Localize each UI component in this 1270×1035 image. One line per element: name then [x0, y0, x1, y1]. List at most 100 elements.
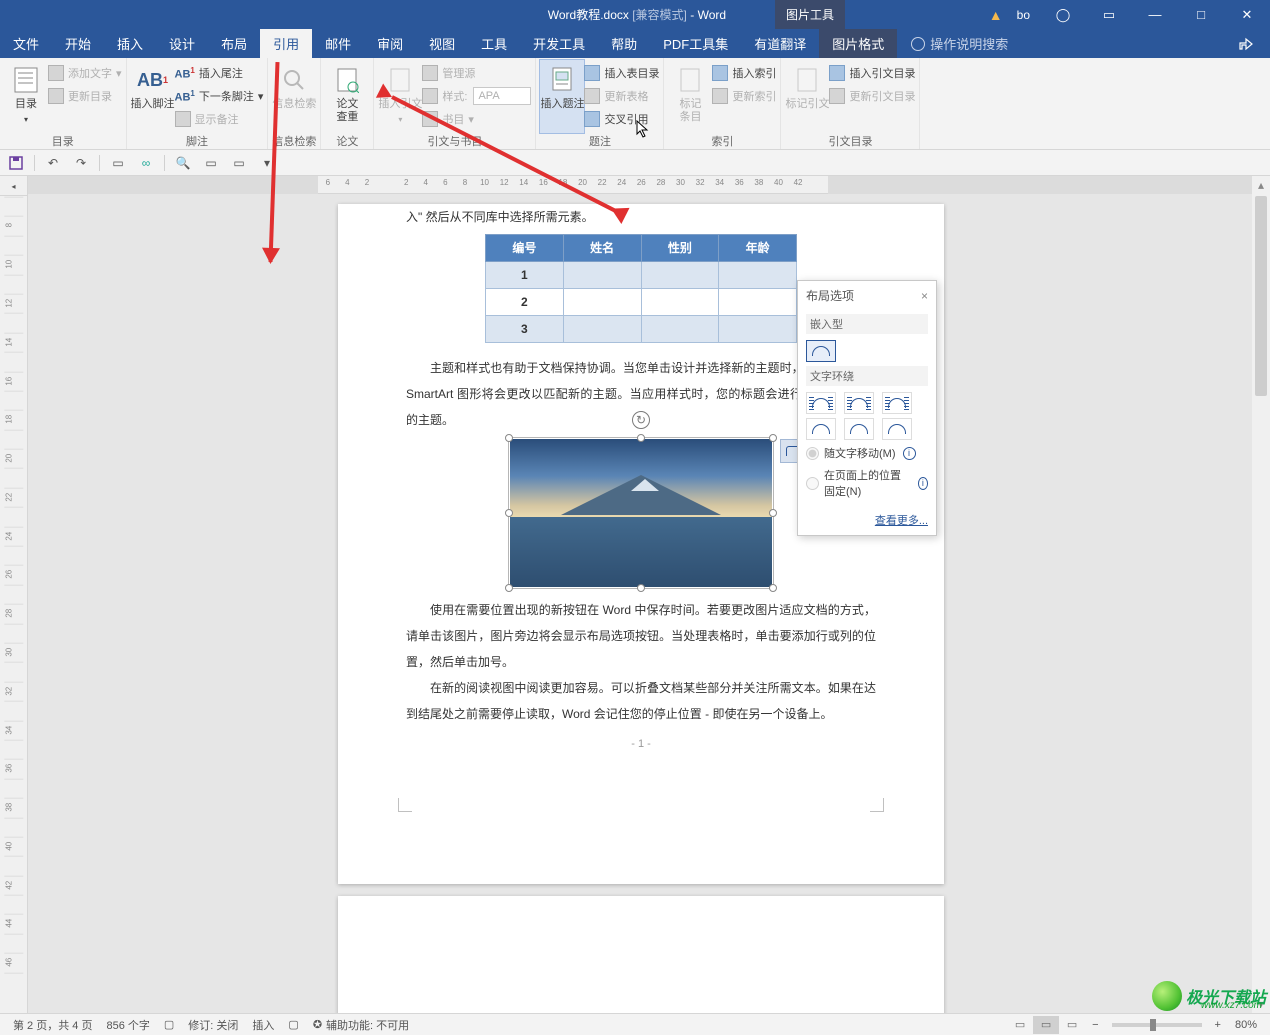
wrap-through-icon[interactable] [882, 392, 912, 414]
table-row: 1 [486, 262, 797, 289]
zoom-level[interactable]: 80% [1228, 1019, 1264, 1031]
minimize-icon[interactable]: — [1134, 0, 1176, 29]
wrap-tight-icon[interactable] [844, 392, 874, 414]
scrollbar-thumb[interactable] [1255, 196, 1267, 396]
resize-handle[interactable] [637, 434, 645, 442]
update-auth-icon [829, 88, 845, 104]
caption-icon [546, 64, 578, 96]
tab-design[interactable]: 设计 [156, 29, 208, 58]
resize-handle[interactable] [769, 434, 777, 442]
horizontal-ruler[interactable]: 6422468101214161820222426283032343638404… [28, 176, 1270, 194]
resize-handle[interactable] [637, 584, 645, 592]
status-track[interactable]: 修订: 关闭 [181, 1017, 245, 1033]
section-wrap: 文字环绕 [806, 366, 928, 386]
wrap-behind-icon[interactable] [844, 418, 874, 440]
tab-view[interactable]: 视图 [416, 29, 468, 58]
undo-icon[interactable]: ↶ [43, 154, 63, 172]
view-print-icon[interactable]: ▭ [1033, 1016, 1059, 1034]
insert-endnote-button[interactable]: AB1插入尾注 [175, 63, 264, 83]
doc-para-3: 使用在需要位置出现的新按钮在 Word 中保存时间。若要更改图片适应文档的方式，… [406, 597, 876, 675]
status-a11y[interactable]: ✪ 辅助功能: 不可用 [306, 1017, 416, 1033]
tab-home[interactable]: 开始 [52, 29, 104, 58]
wrap-topbottom-icon[interactable] [806, 418, 836, 440]
zoom-out-icon[interactable]: − [1085, 1019, 1105, 1031]
tell-me-search[interactable]: 操作说明搜索 [897, 29, 1008, 58]
next-footnote-button[interactable]: AB1下一条脚注 ▾ [175, 86, 264, 106]
tab-picture-format[interactable]: 图片格式 [819, 29, 897, 58]
status-words[interactable]: 856 个字 [99, 1017, 156, 1033]
tab-review[interactable]: 审阅 [364, 29, 416, 58]
qat-icon-3[interactable]: ▭ [201, 154, 221, 172]
view-read-icon[interactable]: ▭ [1007, 1016, 1033, 1034]
vertical-scrollbar[interactable]: ▴ ▾ [1252, 176, 1270, 1013]
move-with-text-radio[interactable]: 随文字移动(M)i [806, 442, 928, 464]
insert-index-button[interactable]: 插入索引 [712, 63, 776, 83]
ribbon-display-icon[interactable]: ▭ [1088, 0, 1130, 29]
document-area[interactable]: 6422468101214161820222426283032343638404… [28, 176, 1270, 1013]
selected-image[interactable] [510, 439, 772, 587]
status-page[interactable]: 第 2 页，共 4 页 [6, 1017, 99, 1033]
resize-handle[interactable] [505, 509, 513, 517]
user-avatar-icon[interactable]: ◯ [1042, 0, 1084, 29]
tab-help[interactable]: 帮助 [598, 29, 650, 58]
resize-handle[interactable] [769, 584, 777, 592]
zoom-in-icon[interactable]: + [1208, 1019, 1228, 1031]
status-lang-icon[interactable]: ▢ [157, 1018, 181, 1031]
ribbon: 目录▾ 添加文字 ▾ 更新目录 目录 AB1 插入脚注 AB1插入尾注 AB1下… [0, 58, 1270, 150]
tab-layout[interactable]: 布局 [208, 29, 260, 58]
group-research: 信息检索 [272, 133, 316, 149]
info-icon[interactable]: i [903, 447, 916, 460]
quick-access-toolbar: ↶ ↷ ▭ ∞ 🔍 ▭ ▭ ▾ [0, 150, 1270, 176]
redo-icon[interactable]: ↷ [71, 154, 91, 172]
zoom-slider[interactable] [1112, 1023, 1202, 1027]
user-name[interactable]: bo [1009, 8, 1038, 22]
qat-icon-4[interactable]: ▭ [229, 154, 249, 172]
style-icon [422, 88, 438, 104]
qat-icon-2[interactable]: ∞ [136, 154, 156, 172]
rotate-handle[interactable] [632, 411, 650, 429]
show-notes-button: 显示备注 [175, 109, 264, 129]
watermark-icon [1152, 981, 1182, 1011]
popover-close-icon[interactable]: × [921, 289, 928, 303]
maximize-icon[interactable]: □ [1180, 0, 1222, 29]
mark-citation-icon [791, 64, 823, 96]
tab-references[interactable]: 引用 [260, 29, 312, 58]
group-authorities: 引文目录 [785, 133, 915, 149]
view-web-icon[interactable]: ▭ [1059, 1016, 1085, 1034]
tab-mailings[interactable]: 邮件 [312, 29, 364, 58]
close-icon[interactable]: ✕ [1226, 0, 1268, 29]
wrap-front-icon[interactable] [882, 418, 912, 440]
tab-youdao[interactable]: 有道翻译 [741, 29, 819, 58]
status-record-icon[interactable]: ▢ [281, 1018, 305, 1031]
add-text-icon [48, 65, 64, 81]
wrap-square-icon[interactable] [806, 392, 836, 414]
insert-footnote-button[interactable]: AB1 插入脚注 [131, 60, 175, 133]
update-index-icon [712, 88, 728, 104]
scroll-up-icon[interactable]: ▴ [1252, 176, 1270, 194]
info-icon[interactable]: i [918, 477, 928, 490]
resize-handle[interactable] [505, 434, 513, 442]
resize-handle[interactable] [769, 509, 777, 517]
manage-sources-button: 管理源 [422, 63, 531, 83]
tab-file[interactable]: 文件 [0, 29, 52, 58]
share-button[interactable] [1238, 29, 1270, 58]
insert-authorities-button[interactable]: 插入引文目录 [829, 63, 915, 83]
qat-icon-1[interactable]: ▭ [108, 154, 128, 172]
wrap-inline-icon[interactable] [806, 340, 836, 362]
save-icon[interactable] [6, 154, 26, 172]
paper-check-button[interactable]: 论文 查重 [325, 60, 369, 133]
tab-insert[interactable]: 插入 [104, 29, 156, 58]
resize-handle[interactable] [505, 584, 513, 592]
see-more-link[interactable]: 查看更多... [798, 507, 936, 535]
tab-pdf[interactable]: PDF工具集 [650, 29, 741, 58]
tab-developer[interactable]: 开发工具 [520, 29, 598, 58]
toc-button[interactable]: 目录▾ [4, 60, 48, 133]
insert-caption-button[interactable]: 插入题注 [540, 60, 584, 133]
vertical-ruler[interactable]: ◂ 81012141618202224262830323436384042444… [0, 176, 28, 1013]
add-text-button[interactable]: 添加文字 ▾ [48, 63, 122, 83]
status-mode[interactable]: 插入 [245, 1017, 281, 1033]
insert-table-of-figures-button[interactable]: 插入表目录 [584, 63, 659, 83]
print-preview-icon[interactable]: 🔍 [173, 154, 193, 172]
tab-tools[interactable]: 工具 [468, 29, 520, 58]
fix-position-radio[interactable]: 在页面上的位置固定(N)i [806, 464, 928, 502]
